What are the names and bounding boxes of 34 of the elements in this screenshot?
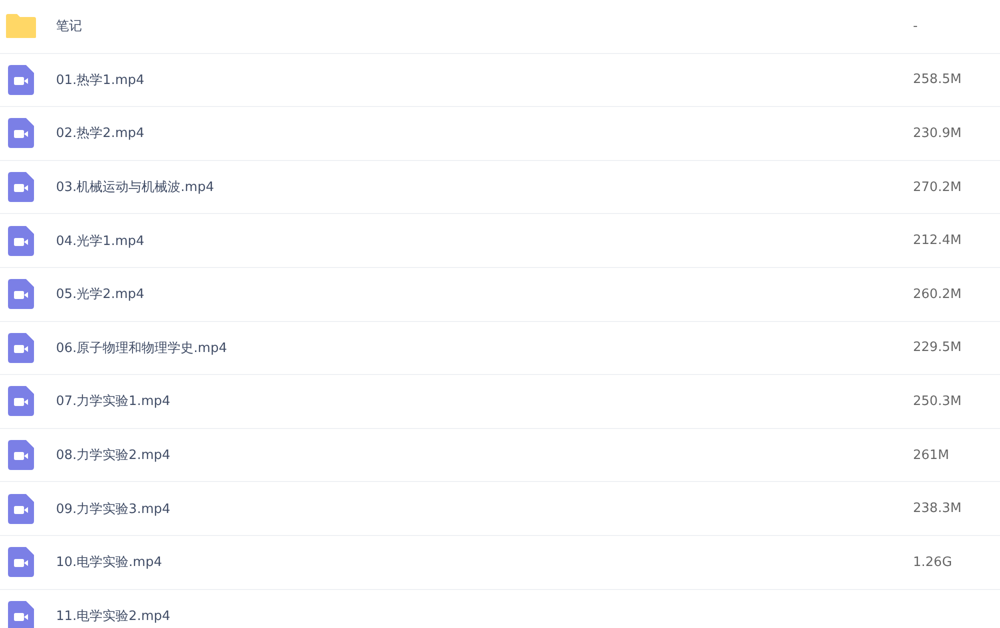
file-size: 1.26G xyxy=(913,554,952,570)
file-size: - xyxy=(913,18,918,34)
video-file-icon xyxy=(8,118,34,148)
file-size: 250.3M xyxy=(913,394,962,409)
file-size: 230.9M xyxy=(913,126,962,141)
video-file-icon xyxy=(8,547,34,578)
file-name[interactable]: 03.机械运动与机械波.mp4 xyxy=(56,178,214,196)
video-file-icon xyxy=(8,386,34,416)
video-file-icon xyxy=(8,332,34,363)
video-file-icon xyxy=(8,279,34,310)
file-size: 229.5M xyxy=(913,340,962,356)
file-name[interactable]: 02.热学2.mp4 xyxy=(56,124,144,142)
file-name[interactable]: 11.电学实验2.mp4 xyxy=(56,606,170,625)
video-file-icon xyxy=(8,64,34,95)
file-size: 238.3M xyxy=(913,501,962,516)
video-file-icon xyxy=(8,440,34,470)
file-size: 270.2M xyxy=(913,180,962,195)
file-name[interactable]: 09.力学实验3.mp4 xyxy=(56,500,170,518)
file-name[interactable]: 04.光学1.mp4 xyxy=(56,232,144,250)
video-file-icon xyxy=(8,494,34,524)
video-file-icon xyxy=(8,226,34,256)
file-name[interactable]: 05.光学2.mp4 xyxy=(56,285,144,304)
file-name[interactable]: 06.原子物理和物理学史.mp4 xyxy=(56,338,227,357)
file-size: 260.2M xyxy=(913,286,962,302)
file-size: 261M xyxy=(913,448,950,463)
file-size: 258.5M xyxy=(913,72,962,88)
file-name[interactable]: 10.电学实验.mp4 xyxy=(56,553,162,572)
file-size: 212.4M xyxy=(913,233,962,248)
file-name[interactable]: 01.热学1.mp4 xyxy=(56,70,144,89)
file-name[interactable]: 07.力学实验1.mp4 xyxy=(56,392,170,410)
video-file-icon xyxy=(8,172,34,202)
file-name[interactable]: 笔记 xyxy=(56,17,82,36)
folder-icon xyxy=(5,13,37,40)
file-name[interactable]: 08.力学实验2.mp4 xyxy=(56,446,170,464)
